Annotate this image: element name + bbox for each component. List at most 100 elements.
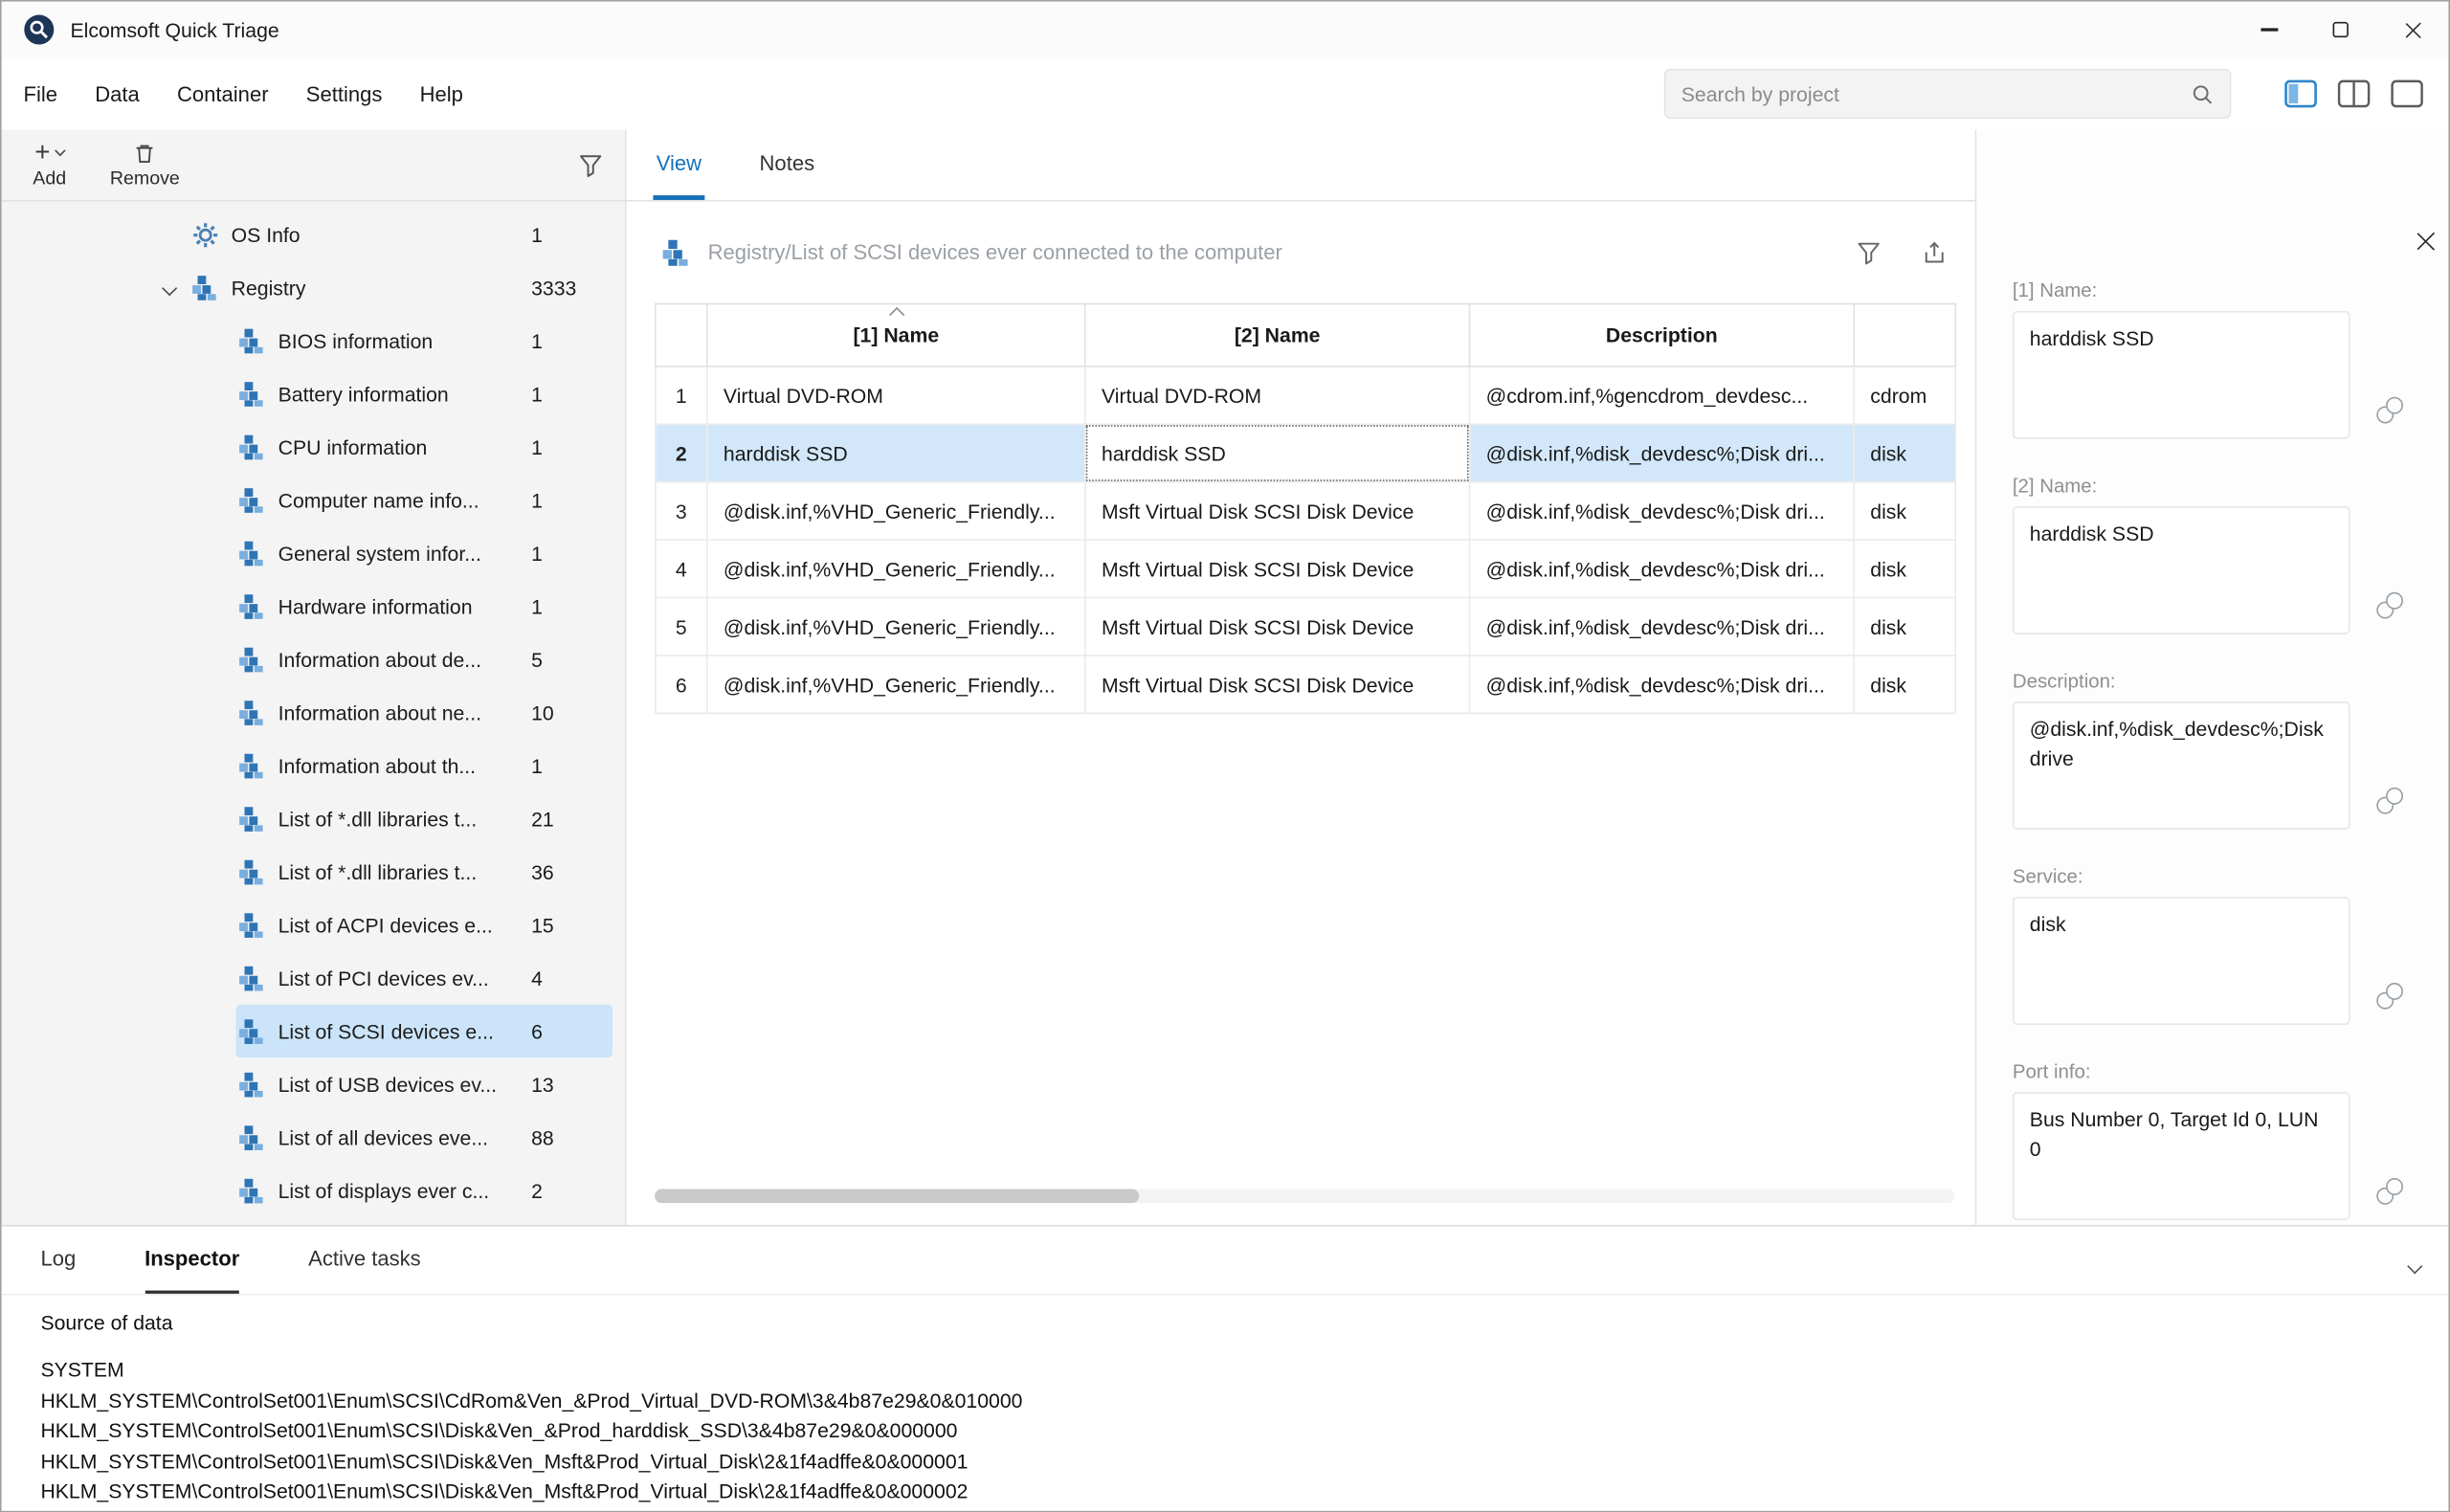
menu-help[interactable]: Help (401, 71, 482, 116)
tree-item-information-about-de[interactable]: Information about de...5 (2, 633, 625, 686)
project-search[interactable] (1664, 69, 2232, 119)
tree-item-label: General system infor... (278, 542, 531, 565)
tree-item-battery-information[interactable]: Battery information1 (2, 367, 625, 421)
table-row[interactable]: 1Virtual DVD-ROMVirtual DVD-ROM@cdrom.in… (656, 367, 1955, 424)
table-row[interactable]: 6@disk.inf,%VHD_Generic_Friendly...Msft … (656, 656, 1955, 713)
table-filter-button[interactable] (1857, 240, 1882, 265)
menu-container[interactable]: Container (158, 71, 287, 116)
menu-file[interactable]: File (5, 71, 77, 116)
registry-icon (236, 911, 268, 939)
layout-split-panel-icon[interactable] (2337, 79, 2370, 107)
tree-item-label: Registry (232, 276, 531, 299)
layout-single-panel-icon[interactable] (2391, 79, 2423, 107)
table-cell[interactable]: disk (1854, 540, 1955, 597)
horizontal-scrollbar[interactable] (655, 1189, 1954, 1203)
bottom-tab-active-tasks[interactable]: Active tasks (308, 1227, 421, 1294)
inspector-field-value[interactable]: harddisk SSD (2013, 311, 2350, 439)
inspector-field-port-info: Port info:Bus Number 0, Target Id 0, LUN… (2013, 1061, 2350, 1221)
registry-icon (236, 645, 268, 673)
tree-item-list-of-scsi-devices-e[interactable]: List of SCSI devices e...6 (2, 1005, 625, 1058)
scrollbar-thumb[interactable] (655, 1189, 1139, 1203)
tree-item-os-info[interactable]: OS Info1 (2, 208, 625, 261)
tree-item-computer-name-info[interactable]: Computer name info...1 (2, 474, 625, 527)
table-row[interactable]: 3@disk.inf,%VHD_Generic_Friendly...Msft … (656, 482, 1955, 540)
menu-settings[interactable]: Settings (287, 71, 401, 116)
tree-item-list-of-all-devices-eve[interactable]: List of all devices eve...88 (2, 1111, 625, 1165)
copy-icon[interactable] (2376, 397, 2403, 424)
table-cell[interactable]: @disk.inf,%disk_devdesc%;Disk dri... (1470, 424, 1855, 481)
table-cell[interactable]: @disk.inf,%disk_devdesc%;Disk dri... (1470, 656, 1855, 713)
copy-icon[interactable] (2376, 788, 2403, 814)
filter-icon (578, 152, 603, 177)
table-cell[interactable]: @disk.inf,%VHD_Generic_Friendly... (707, 482, 1085, 540)
search-input[interactable] (1682, 82, 2191, 105)
table-cell[interactable]: @disk.inf,%VHD_Generic_Friendly... (707, 656, 1085, 713)
table-cell[interactable]: Virtual DVD-ROM (707, 367, 1085, 424)
table-cell[interactable]: @disk.inf,%VHD_Generic_Friendly... (707, 597, 1085, 655)
table-cell[interactable]: harddisk SSD (707, 424, 1085, 481)
table-cell[interactable]: Virtual DVD-ROM (1085, 367, 1470, 424)
tab-view[interactable]: View (653, 130, 704, 200)
table-cell[interactable]: Msft Virtual Disk SCSI Disk Device (1085, 482, 1470, 540)
layout-left-panel-icon[interactable] (2284, 79, 2317, 107)
tree-item-count: 1 (531, 594, 600, 617)
bottom-tab-inspector[interactable]: Inspector (145, 1227, 239, 1294)
tree-item-information-about-ne[interactable]: Information about ne...10 (2, 686, 625, 740)
table-cell[interactable]: Msft Virtual Disk SCSI Disk Device (1085, 597, 1470, 655)
table-cell[interactable]: disk (1854, 482, 1955, 540)
table-cell[interactable]: disk (1854, 597, 1955, 655)
table-row[interactable]: 4@disk.inf,%VHD_Generic_Friendly...Msft … (656, 540, 1955, 597)
table-row[interactable]: 2harddisk SSDharddisk SSD@disk.inf,%disk… (656, 424, 1955, 481)
tree-item-cpu-information[interactable]: CPU information1 (2, 420, 625, 474)
tree-item-list-of-acpi-devices-e[interactable]: List of ACPI devices e...15 (2, 899, 625, 952)
bottom-tab-log[interactable]: Log (40, 1227, 76, 1294)
tree-item-registry[interactable]: Registry3333 (2, 261, 625, 315)
export-button[interactable] (1922, 240, 1947, 265)
table-cell[interactable]: cdrom (1854, 367, 1955, 424)
tree-item-list-of-usb-devices-ev[interactable]: List of USB devices ev...13 (2, 1057, 625, 1111)
inspector-field-value[interactable]: harddisk SSD (2013, 506, 2350, 634)
copy-icon[interactable] (2376, 592, 2403, 619)
column-header-blank-4[interactable] (1854, 304, 1955, 367)
column-header-1-name[interactable]: [1] Name (707, 304, 1085, 367)
table-row[interactable]: 5@disk.inf,%VHD_Generic_Friendly...Msft … (656, 597, 1955, 655)
add-button[interactable]: + Add (27, 139, 73, 190)
table-cell[interactable]: @disk.inf,%disk_devdesc%;Disk dri... (1470, 597, 1855, 655)
tab-notes[interactable]: Notes (756, 130, 817, 200)
tree-item-information-about-th[interactable]: Information about th...1 (2, 739, 625, 792)
tree-item-general-system-infor[interactable]: General system infor...1 (2, 526, 625, 580)
table-cell[interactable]: disk (1854, 424, 1955, 481)
inspector-field-1-name: [1] Name:harddisk SSD (2013, 279, 2350, 439)
table-cell[interactable]: Msft Virtual Disk SCSI Disk Device (1085, 540, 1470, 597)
table-cell[interactable]: @cdrom.inf,%gencdrom_devdesc... (1470, 367, 1855, 424)
copy-icon[interactable] (2376, 983, 2403, 1010)
table-cell[interactable]: disk (1854, 656, 1955, 713)
menu-data[interactable]: Data (77, 71, 159, 116)
tree-item-list-of-dll-libraries-t[interactable]: List of *.dll libraries t...21 (2, 792, 625, 846)
remove-button[interactable]: Remove (103, 139, 186, 190)
inspector-field-value[interactable]: Bus Number 0, Target Id 0, LUN 0 (2013, 1092, 2350, 1220)
collapse-panel-button[interactable] (2410, 1252, 2420, 1279)
inspector-field-value[interactable]: disk (2013, 897, 2350, 1025)
tree-item-list-of-pci-devices-ev[interactable]: List of PCI devices ev...4 (2, 951, 625, 1005)
close-button[interactable] (2376, 2, 2448, 58)
maximize-button[interactable] (2305, 2, 2376, 58)
tree-item-list-of-displays-ever-c[interactable]: List of displays ever c...2 (2, 1164, 625, 1217)
inspector-field-value[interactable]: @disk.inf,%disk_devdesc%;Disk drive (2013, 701, 2350, 830)
expander-chevron-down-icon[interactable] (148, 282, 189, 293)
tree-item-hardware-information[interactable]: Hardware information1 (2, 580, 625, 634)
table-cell[interactable]: Msft Virtual Disk SCSI Disk Device (1085, 656, 1470, 713)
table-cell[interactable]: @disk.inf,%VHD_Generic_Friendly... (707, 540, 1085, 597)
app-window: Elcomsoft Quick Triage FileDataContainer… (0, 0, 2450, 1512)
table-cell[interactable]: @disk.inf,%disk_devdesc%;Disk dri... (1470, 482, 1855, 540)
table-cell-focused[interactable]: harddisk SSD (1085, 424, 1470, 481)
tree-item-list-of-dll-libraries-t[interactable]: List of *.dll libraries t...36 (2, 845, 625, 899)
tree-filter-button[interactable] (578, 152, 603, 177)
column-header-2-name[interactable]: [2] Name (1085, 304, 1470, 367)
minimize-button[interactable] (2233, 2, 2305, 58)
column-header-blank-0[interactable] (656, 304, 707, 367)
column-header-description[interactable]: Description (1470, 304, 1855, 367)
copy-icon[interactable] (2376, 1178, 2403, 1205)
table-cell[interactable]: @disk.inf,%disk_devdesc%;Disk dri... (1470, 540, 1855, 597)
tree-item-bios-information[interactable]: BIOS information1 (2, 314, 625, 367)
